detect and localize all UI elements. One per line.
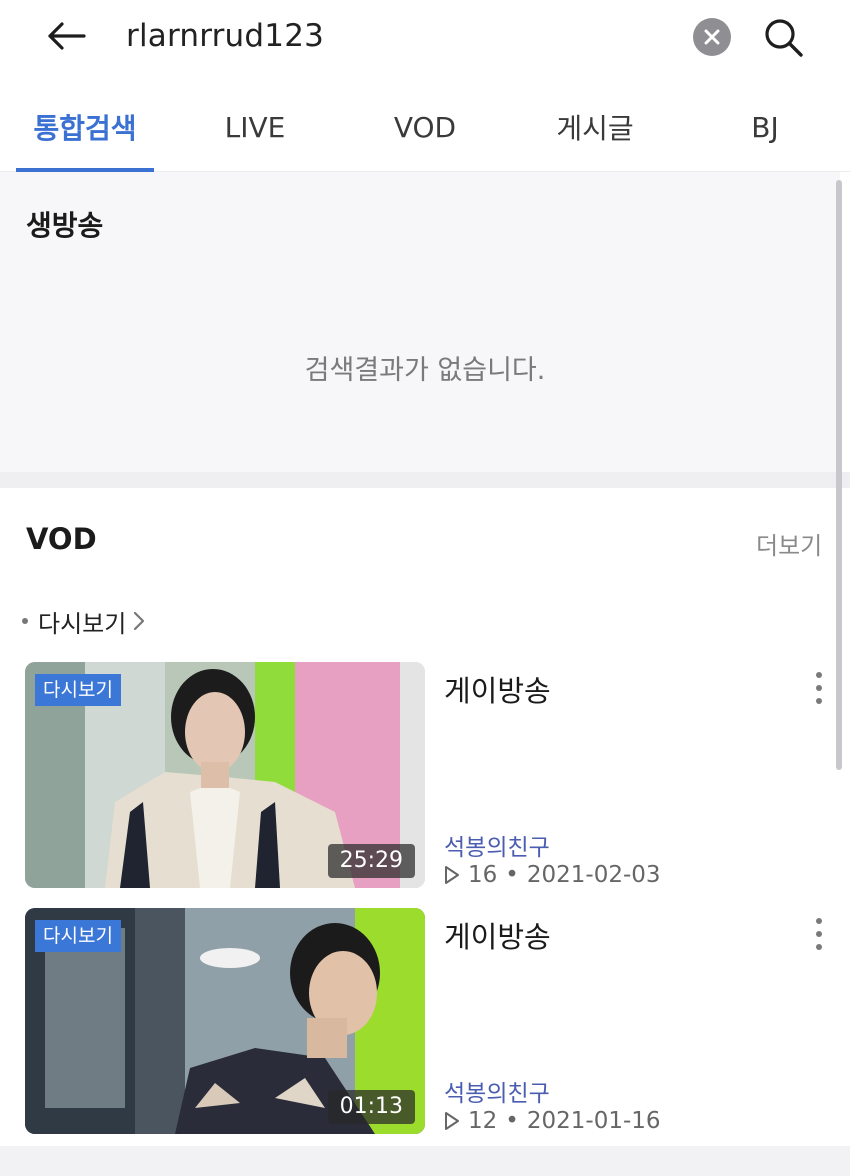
clear-search-button[interactable]: [693, 18, 731, 56]
search-header: rlarnrrud123: [0, 0, 850, 72]
chevron-right-icon: [134, 611, 145, 631]
play-icon: [445, 1112, 459, 1130]
vod-item: 다시보기 01:13 게이방송 석봉의친구 12 • 2021-01-16: [0, 908, 840, 1136]
vod-item: 다시보기 25:29 게이방송 석봉의친구 16 • 2021-02-03: [0, 662, 840, 890]
tab-vod[interactable]: VOD: [360, 82, 490, 172]
author-name[interactable]: 석봉의친구: [444, 828, 550, 862]
tab-bj[interactable]: BJ: [700, 82, 830, 172]
author-name[interactable]: 석봉의친구: [444, 1074, 550, 1108]
live-section-title: 생방송: [26, 209, 104, 242]
upload-date: 2021-01-16: [526, 1108, 661, 1134]
meta-separator: •: [505, 1108, 519, 1134]
empty-results-message: 검색결과가 없습니다.: [304, 355, 546, 386]
more-vertical-icon[interactable]: [806, 668, 832, 708]
replay-badge: 다시보기: [35, 674, 121, 706]
scrollbar[interactable]: [836, 180, 842, 770]
replay-filter[interactable]: 다시보기: [22, 603, 146, 639]
video-meta: 12 • 2021-01-16: [444, 1108, 661, 1134]
section-divider: [0, 472, 850, 488]
search-tabs: 통합검색 LIVE VOD 게시글 BJ: [0, 82, 850, 172]
bullet-dot: [22, 618, 28, 624]
meta-separator: •: [505, 862, 519, 888]
search-icon: [765, 19, 803, 57]
back-arrow-icon: [48, 22, 86, 50]
search-input[interactable]: rlarnrrud123: [126, 14, 324, 58]
video-thumbnail[interactable]: 다시보기 25:29: [25, 662, 425, 888]
video-title[interactable]: 게이방송: [444, 668, 551, 710]
video-title[interactable]: 게이방송: [444, 914, 551, 956]
bottom-divider: [0, 1146, 850, 1176]
tab-live[interactable]: LIVE: [190, 82, 320, 172]
back-button[interactable]: [40, 14, 92, 58]
replay-filter-label: 다시보기: [38, 609, 127, 638]
search-button[interactable]: [758, 14, 808, 60]
more-button[interactable]: 더보기: [756, 526, 822, 561]
clear-icon: [704, 29, 720, 45]
view-count: 12: [468, 1108, 498, 1134]
duration-label: 01:13: [327, 1090, 415, 1124]
tab-all[interactable]: 통합검색: [16, 82, 154, 172]
play-icon: [445, 866, 459, 884]
upload-date: 2021-02-03: [526, 862, 661, 888]
replay-badge: 다시보기: [35, 920, 121, 952]
video-meta: 16 • 2021-02-03: [444, 862, 661, 888]
more-vertical-icon[interactable]: [806, 914, 832, 954]
live-section: 생방송 검색결과가 없습니다.: [0, 172, 840, 472]
view-count: 16: [468, 862, 498, 888]
tab-posts[interactable]: 게시글: [530, 82, 660, 172]
vod-section-title: VOD: [26, 522, 97, 556]
duration-label: 25:29: [327, 844, 415, 878]
video-thumbnail[interactable]: 다시보기 01:13: [25, 908, 425, 1134]
